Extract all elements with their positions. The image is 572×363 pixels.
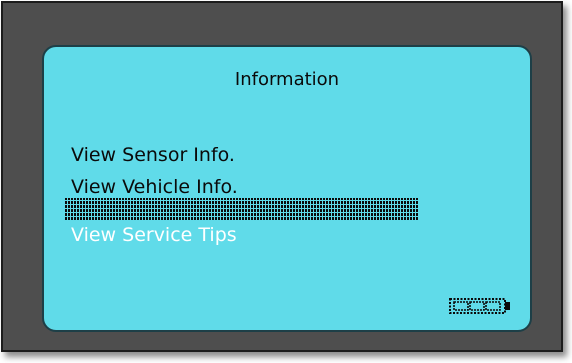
battery-cells <box>453 301 501 311</box>
menu-item-view-sensor-info[interactable]: View Sensor Info. <box>71 144 235 166</box>
screen-title: Information <box>234 69 340 90</box>
battery-icon <box>449 298 510 314</box>
menu-item-view-vehicle-info[interactable]: View Vehicle Info. <box>71 176 238 198</box>
selection-highlight <box>64 198 418 221</box>
device-frame: Information View Sensor Info. View Vehic… <box>1 1 563 352</box>
menu-item-view-service-tips[interactable]: View Service Tips <box>71 224 237 246</box>
lcd-screen: Information View Sensor Info. View Vehic… <box>42 45 532 332</box>
